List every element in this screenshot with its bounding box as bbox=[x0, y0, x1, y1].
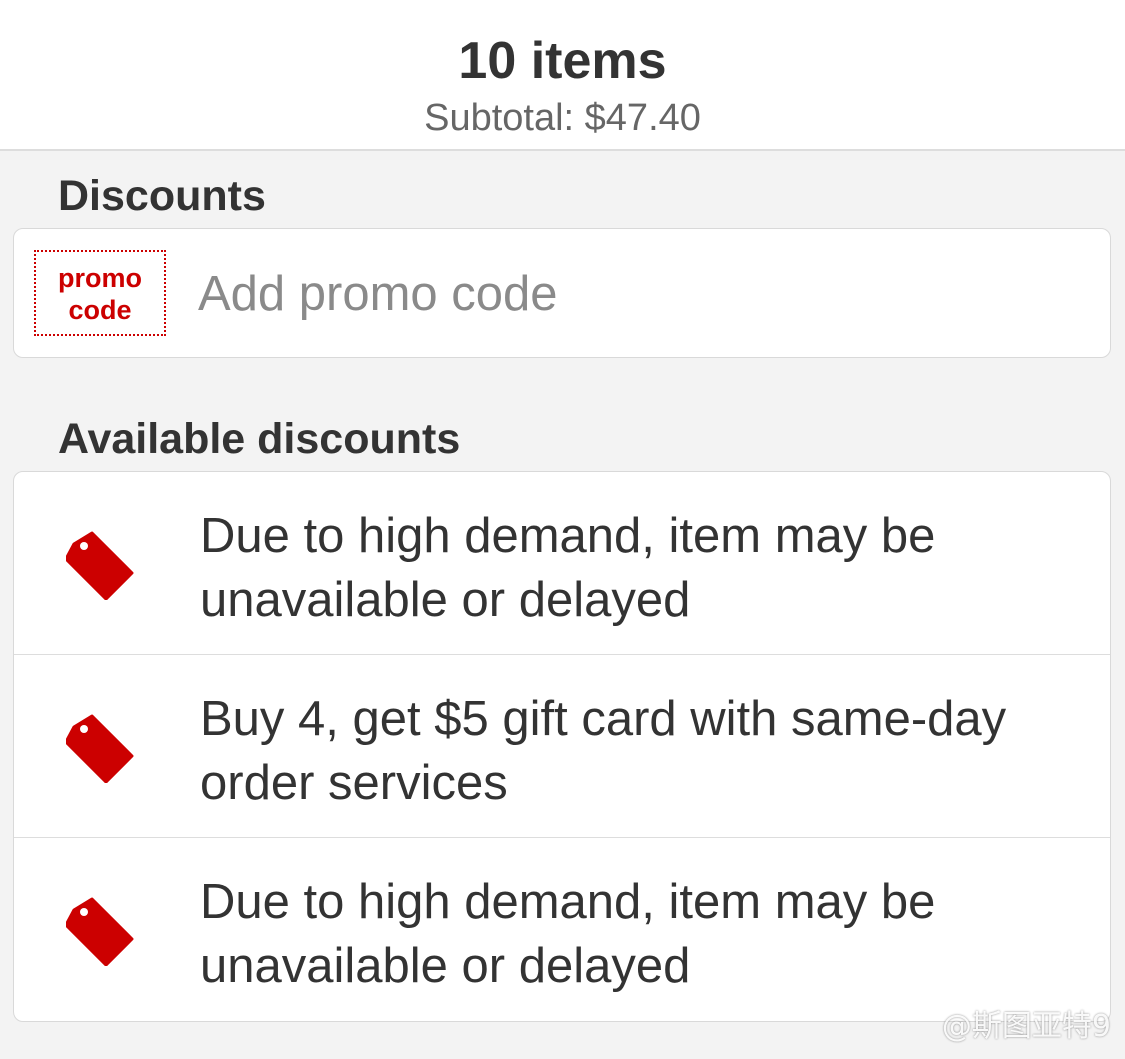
promo-badge-line-1: promo bbox=[58, 263, 142, 293]
discount-item[interactable]: Due to high demand, item may be unavaila… bbox=[14, 472, 1110, 655]
available-discounts-list: Due to high demand, item may be unavaila… bbox=[13, 471, 1111, 1022]
promo-code-card[interactable]: promo code bbox=[13, 228, 1111, 358]
discount-item[interactable]: Due to high demand, item may be unavaila… bbox=[14, 838, 1110, 1021]
tag-icon bbox=[66, 714, 134, 783]
tag-icon bbox=[66, 531, 134, 600]
discount-item-text: Due to high demand, item may be unavaila… bbox=[200, 509, 936, 627]
cart-header: 10 items Subtotal: $47.40 bbox=[0, 0, 1125, 151]
promo-code-input[interactable] bbox=[198, 263, 1078, 325]
item-count-title: 10 items bbox=[458, 32, 667, 90]
discounts-heading: Discounts bbox=[58, 172, 266, 220]
promo-badge-line-2: code bbox=[68, 295, 132, 325]
discount-item[interactable]: Buy 4, get $5 gift card with same-day or… bbox=[14, 655, 1110, 838]
available-discounts-heading: Available discounts bbox=[58, 415, 461, 463]
subtotal-text: Subtotal: $47.40 bbox=[424, 97, 701, 139]
promo-code-icon: promo code bbox=[34, 250, 166, 336]
discount-item-text: Due to high demand, item may be unavaila… bbox=[200, 875, 936, 993]
tag-icon bbox=[66, 897, 134, 966]
watermark-text: @斯图亚特9 bbox=[941, 1009, 1111, 1044]
discount-item-text: Buy 4, get $5 gift card with same-day or… bbox=[200, 692, 1007, 810]
